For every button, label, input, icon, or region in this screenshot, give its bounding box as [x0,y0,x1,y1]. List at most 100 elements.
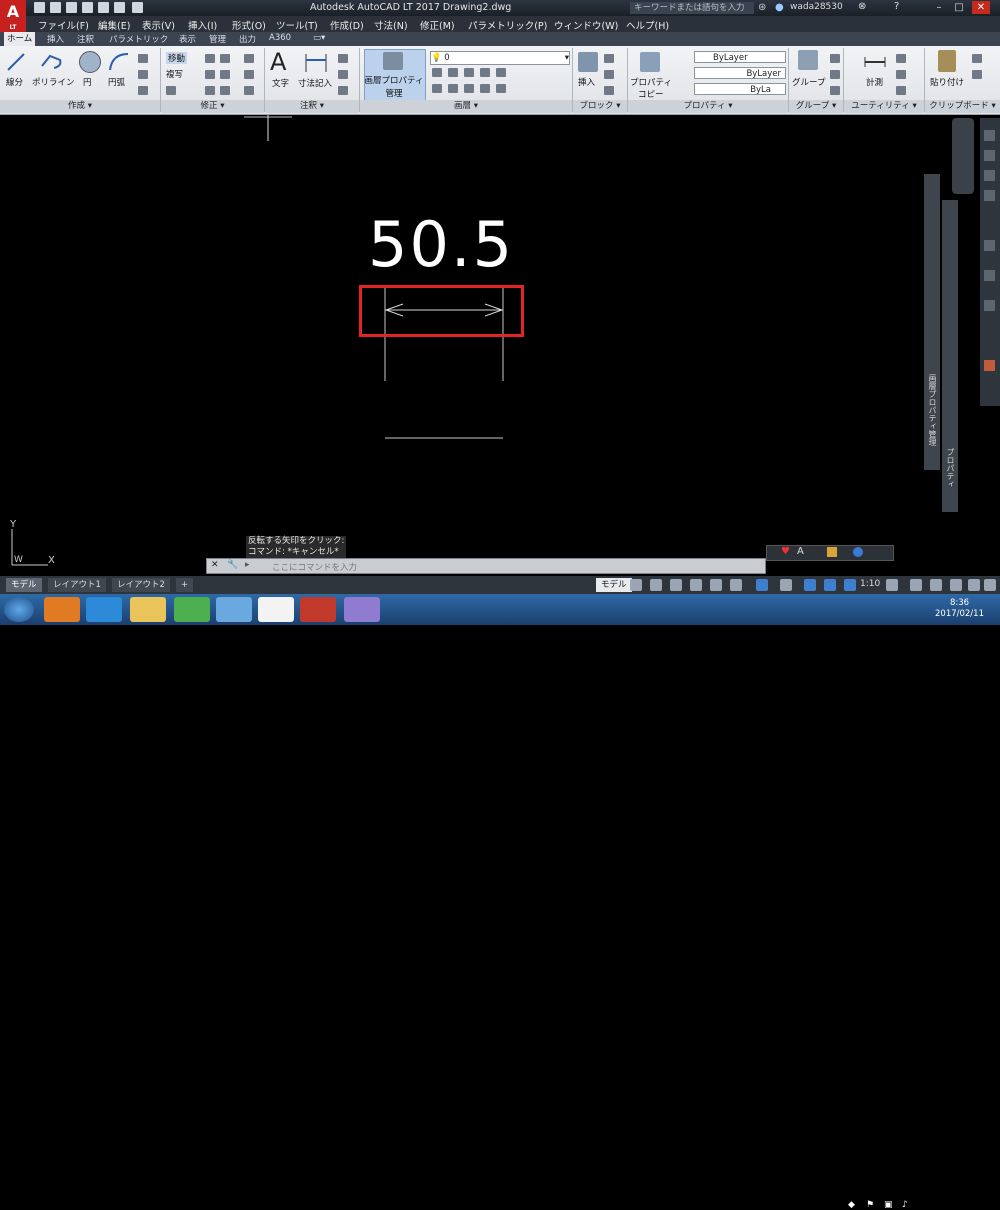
scale-value[interactable]: 1:10 [860,579,880,589]
layer-dropdown[interactable]: 💡 0 ▾ [430,51,570,65]
mini-tool-3-icon[interactable] [827,547,837,557]
insert-label[interactable]: 挿入 [578,76,595,88]
menu-edit[interactable]: 編集(E) [98,18,130,32]
trim-icon[interactable] [220,54,230,63]
layer-properties-palette[interactable]: 画層プロパティ管理 [924,174,940,470]
snap-icon[interactable] [650,579,662,591]
nav-tool-6-icon[interactable] [984,270,995,281]
mirror-icon[interactable] [205,70,215,79]
line-label[interactable]: 線分 [6,76,23,88]
linear-dim-icon[interactable] [338,54,348,63]
group-select-icon[interactable] [830,86,840,95]
file-explorer-icon[interactable] [130,597,166,622]
tab-insert[interactable]: 挿入 [44,33,67,45]
polyline-label[interactable]: ポリライン [32,76,75,88]
tab-parametric[interactable]: パラメトリック [106,33,171,45]
rectangle-icon[interactable] [138,54,148,63]
dynamic-input-icon[interactable] [756,579,768,591]
utility-tool-icon[interactable] [896,86,906,95]
polar-icon[interactable] [690,579,702,591]
dimension-icon[interactable] [304,52,328,74]
isolate-icon[interactable] [930,579,942,591]
scale-icon[interactable] [205,86,215,95]
paste-label[interactable]: 貼り付け [930,76,964,88]
polyline-icon[interactable] [40,52,64,72]
layer-tool-7-icon[interactable] [448,84,458,93]
layers-panel-title[interactable]: 画層 ▾ [360,100,572,113]
print-icon[interactable] [98,2,109,13]
region-icon[interactable] [138,86,148,95]
chrome-icon[interactable] [174,597,210,622]
close-button[interactable]: ✕ [972,1,990,14]
group-icon[interactable] [798,50,818,70]
tab-home[interactable]: ホーム [4,32,36,46]
offset-icon[interactable] [244,86,254,95]
properties-panel-title[interactable]: プロパティ ▾ [628,100,788,113]
tab-layout1[interactable]: レイアウト1 [48,578,106,592]
start-button[interactable] [4,597,34,622]
menu-format[interactable]: 形式(O) [232,18,266,32]
layer-tool-3-icon[interactable] [464,68,474,77]
tray-network-icon[interactable]: ▣ [884,1200,893,1210]
dimension-text[interactable]: 50.5 [368,210,514,280]
stretch-icon[interactable] [166,86,176,95]
ungroup-icon[interactable] [830,54,840,63]
explode-icon[interactable] [244,70,254,79]
edit-block-icon[interactable] [604,70,614,79]
color-dropdown[interactable]: ByLayer [694,51,786,63]
save-as-icon[interactable] [82,2,93,13]
workspace-gear-icon[interactable] [886,579,898,591]
tray-flag-icon[interactable]: ⚑ [866,1200,874,1210]
nav-tool-8-icon[interactable] [984,360,995,371]
fillet-icon[interactable] [220,70,230,79]
array-icon[interactable] [220,86,230,95]
table-icon[interactable] [338,86,348,95]
menu-tools[interactable]: ツール(T) [276,18,318,32]
layer-tool-1-icon[interactable] [432,68,442,77]
menu-parametric[interactable]: パラメトリック(P) [468,18,547,32]
properties-palette[interactable]: プロパティ [942,200,958,512]
layer-tool-5-icon[interactable] [496,68,506,77]
line-icon[interactable] [6,52,26,72]
text-icon[interactable]: A [270,48,286,76]
layer-tool-4-icon[interactable] [480,68,490,77]
redo-icon[interactable] [132,2,143,13]
mail-app-icon[interactable] [216,597,252,622]
quick-calc-icon[interactable] [896,54,906,63]
menu-help[interactable]: ヘルプ(H) [626,18,669,32]
leader-icon[interactable] [338,70,348,79]
grid-icon[interactable] [630,579,642,591]
insert-block-icon[interactable] [578,52,598,72]
mini-tool-1-icon[interactable]: ♥ [781,546,790,557]
command-prompt-icon[interactable]: ▸ [245,560,250,570]
viewcube-icon[interactable] [952,118,974,194]
text-label[interactable]: 文字 [272,77,289,89]
tab-add-layout[interactable]: + [176,578,194,592]
clipboard-panel-title[interactable]: クリップボード ▾ [925,100,1000,113]
new-file-icon[interactable] [34,2,45,13]
nav-tool-7-icon[interactable] [984,300,995,311]
arc-label[interactable]: 円弧 [108,76,125,88]
psp-app-icon[interactable] [300,597,336,622]
ortho-icon[interactable] [670,579,682,591]
clean-screen-icon[interactable] [968,579,980,591]
copy-button[interactable]: 複写 [166,68,183,80]
nav-tool-2-icon[interactable] [984,150,995,161]
lineweight-dropdown[interactable]: ByLa [694,83,786,95]
nav-tool-5-icon[interactable] [984,240,995,251]
tab-model[interactable]: モデル [6,578,42,592]
circle-icon[interactable] [79,51,101,73]
menu-window[interactable]: ウィンドウ(W) [554,18,618,32]
system-clock[interactable]: 8:36 2017/02/11 [935,598,984,620]
measure-icon[interactable] [864,54,886,70]
command-input[interactable] [270,559,754,574]
model-space-button[interactable]: モデル [596,578,632,592]
measure-label[interactable]: 計測 [866,76,883,88]
menu-file[interactable]: ファイル(F) [38,18,89,32]
add-icon[interactable] [910,579,922,591]
hardware-acceleration-icon[interactable] [950,579,962,591]
group-edit-icon[interactable] [830,70,840,79]
utilities-panel-title[interactable]: ユーティリティ ▾ [844,100,924,113]
copy-clip-icon[interactable] [972,70,982,79]
customize-icon[interactable]: 🔧 [227,560,238,570]
